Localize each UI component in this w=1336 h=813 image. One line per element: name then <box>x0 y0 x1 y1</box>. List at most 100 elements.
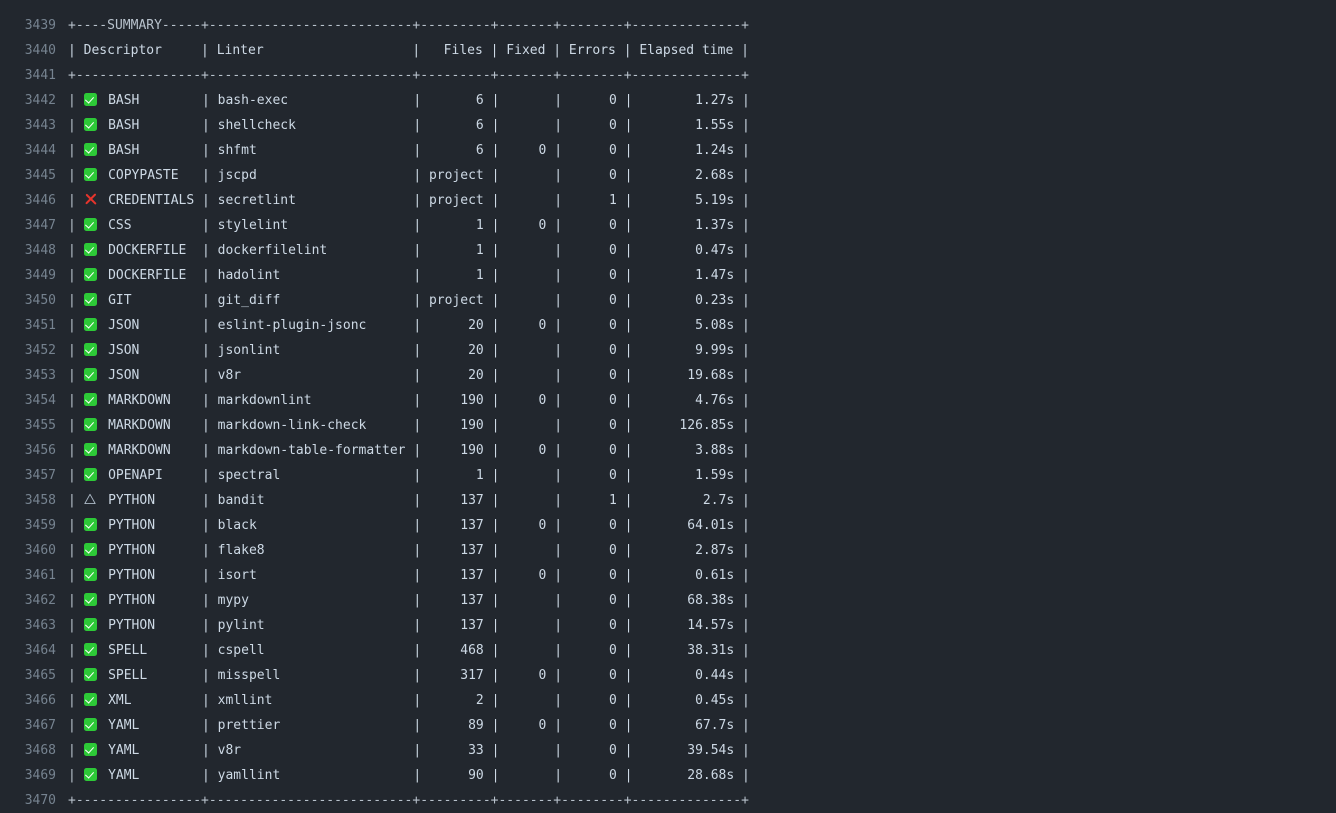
line-number: 3460 <box>24 543 56 558</box>
status-success-icon <box>83 263 101 288</box>
log-line: 3449 | DOCKERFILE | hadolint | 1 | | 0 | … <box>0 263 1336 288</box>
table-data-row: | BASH | shellcheck | 6 | | 0 | 1.55s | <box>68 118 750 133</box>
status-success-icon <box>83 663 101 688</box>
table-data-row: | YAML | v8r | 33 | | 0 | 39.54s | <box>68 743 750 758</box>
line-number: 3464 <box>24 643 56 658</box>
line-number: 3452 <box>24 343 56 358</box>
log-line: 3462 | PYTHON | mypy | 137 | | 0 | 68.38s… <box>0 588 1336 613</box>
cell-rest: | secretlint | project | | 1 | 5.19s | <box>202 193 750 208</box>
cell-border: | <box>68 168 84 183</box>
cell-border: | <box>68 318 84 333</box>
table-data-row: | PYTHON | bandit | 137 | | 1 | 2.7s | <box>68 493 750 508</box>
status-success-icon <box>83 563 101 588</box>
line-number: 3443 <box>24 118 56 133</box>
status-success-icon <box>83 363 101 388</box>
cell-border: | <box>68 193 84 208</box>
line-number: 3454 <box>24 393 56 408</box>
status-success-icon <box>83 288 101 313</box>
line-number: 3463 <box>24 618 56 633</box>
table-data-row: | SPELL | cspell | 468 | | 0 | 38.31s | <box>68 643 750 658</box>
status-success-icon <box>83 438 101 463</box>
cell-rest: | prettier | 89 | 0 | 0 | 67.7s | <box>202 718 750 733</box>
cell-rest: | pylint | 137 | | 0 | 14.57s | <box>202 618 750 633</box>
log-line: 3439 +----SUMMARY-----+------------------… <box>0 13 1336 38</box>
status-success-icon <box>83 138 101 163</box>
cell-descriptor: PYTHON <box>100 518 202 533</box>
cell-rest: | git_diff | project | | 0 | 0.23s | <box>202 293 750 308</box>
line-number: 3451 <box>24 318 56 333</box>
cell-rest: | yamllint | 90 | | 0 | 28.68s | <box>202 768 750 783</box>
log-line: 3442 | BASH | bash-exec | 6 | | 0 | 1.27s… <box>0 88 1336 113</box>
cell-descriptor: PYTHON <box>100 593 202 608</box>
log-line: 3441 +----------------+------------------… <box>0 63 1336 88</box>
cell-border: | <box>68 643 84 658</box>
status-success-icon <box>83 513 101 538</box>
log-line: 3452 | JSON | jsonlint | 20 | | 0 | 9.99s… <box>0 338 1336 363</box>
line-number: 3448 <box>24 243 56 258</box>
cell-descriptor: BASH <box>100 118 202 133</box>
cell-descriptor: DOCKERFILE <box>100 243 202 258</box>
log-line: 3444 | BASH | shfmt | 6 | 0 | 0 | 1.24s | <box>0 138 1336 163</box>
line-number: 3444 <box>24 143 56 158</box>
line-number: 3446 <box>24 193 56 208</box>
cell-border: | <box>68 593 84 608</box>
status-success-icon <box>83 113 101 138</box>
status-success-icon <box>83 88 101 113</box>
line-number: 3450 <box>24 293 56 308</box>
status-success-icon <box>83 413 101 438</box>
table-data-row: | MARKDOWN | markdownlint | 190 | 0 | 0 … <box>68 393 750 408</box>
log-line: 3453 | JSON | v8r | 20 | | 0 | 19.68s | <box>0 363 1336 388</box>
cell-descriptor: PYTHON <box>100 493 202 508</box>
cell-border: | <box>68 243 84 258</box>
log-line: 3443 | BASH | shellcheck | 6 | | 0 | 1.55… <box>0 113 1336 138</box>
table-data-row: | GIT | git_diff | project | | 0 | 0.23s… <box>68 293 750 308</box>
line-number: 3458 <box>24 493 56 508</box>
cell-descriptor: BASH <box>100 93 202 108</box>
status-success-icon <box>83 763 101 788</box>
line-number: 3442 <box>24 93 56 108</box>
table-data-row: | BASH | shfmt | 6 | 0 | 0 | 1.24s | <box>68 143 750 158</box>
log-line: 3440 | Descriptor | Linter | Files | Fixe… <box>0 38 1336 63</box>
table-border: +----------------+----------------------… <box>68 793 749 808</box>
cell-border: | <box>68 118 84 133</box>
cell-border: | <box>68 543 84 558</box>
cell-descriptor: JSON <box>100 368 202 383</box>
log-output-pane[interactable]: 3439 +----SUMMARY-----+------------------… <box>0 0 1336 813</box>
log-line: 3467 | YAML | prettier | 89 | 0 | 0 | 67.… <box>0 713 1336 738</box>
table-data-row: | PYTHON | flake8 | 137 | | 0 | 2.87s | <box>68 543 750 558</box>
cell-border: | <box>68 143 84 158</box>
line-number: 3441 <box>24 68 56 83</box>
line-number: 3462 <box>24 593 56 608</box>
table-data-row: | MARKDOWN | markdown-link-check | 190 |… <box>68 418 750 433</box>
status-success-icon <box>83 688 101 713</box>
table-data-row: | YAML | prettier | 89 | 0 | 0 | 67.7s | <box>68 718 750 733</box>
cell-rest: | misspell | 317 | 0 | 0 | 0.44s | <box>202 668 750 683</box>
cell-rest: | dockerfilelint | 1 | | 0 | 0.47s | <box>202 243 750 258</box>
cell-rest: | mypy | 137 | | 0 | 68.38s | <box>202 593 750 608</box>
cell-border: | <box>68 743 84 758</box>
table-data-row: | BASH | bash-exec | 6 | | 0 | 1.27s | <box>68 93 750 108</box>
log-line: 3469 | YAML | yamllint | 90 | | 0 | 28.68… <box>0 763 1336 788</box>
cell-rest: | eslint-plugin-jsonc | 20 | 0 | 0 | 5.0… <box>202 318 750 333</box>
cell-border: | <box>68 468 84 483</box>
cell-descriptor: PYTHON <box>100 618 202 633</box>
table-data-row: | JSON | jsonlint | 20 | | 0 | 9.99s | <box>68 343 750 358</box>
cell-rest: | flake8 | 137 | | 0 | 2.87s | <box>202 543 750 558</box>
cell-descriptor: DOCKERFILE <box>100 268 202 283</box>
line-number: 3467 <box>24 718 56 733</box>
cell-border: | <box>68 618 84 633</box>
cell-rest: | markdownlint | 190 | 0 | 0 | 4.76s | <box>202 393 750 408</box>
status-success-icon <box>83 713 101 738</box>
cell-descriptor: MARKDOWN <box>100 393 202 408</box>
status-success-icon <box>83 613 101 638</box>
log-line: 3451 | JSON | eslint-plugin-jsonc | 20 | … <box>0 313 1336 338</box>
cell-descriptor: MARKDOWN <box>100 443 202 458</box>
cell-rest: | stylelint | 1 | 0 | 0 | 1.37s | <box>202 218 750 233</box>
cell-border: | <box>68 768 84 783</box>
line-number: 3470 <box>24 793 56 808</box>
cell-descriptor: BASH <box>100 143 202 158</box>
status-success-icon <box>83 588 101 613</box>
cell-descriptor: JSON <box>100 343 202 358</box>
table-data-row: | MARKDOWN | markdown-table-formatter | … <box>68 443 750 458</box>
cell-descriptor: SPELL <box>100 668 202 683</box>
